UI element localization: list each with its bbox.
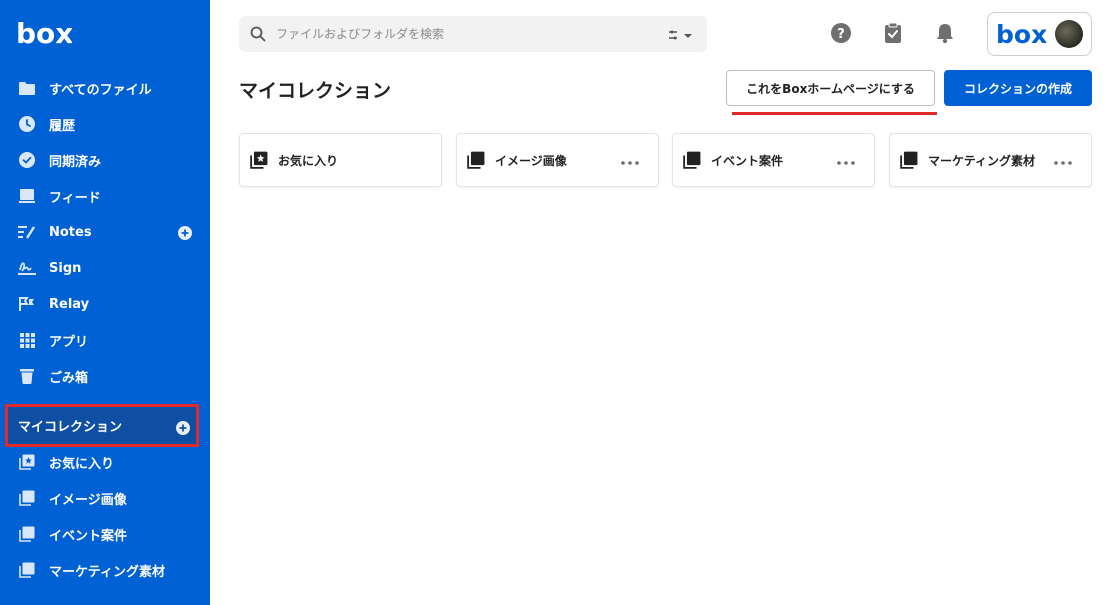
sidebar-item-label: Notes <box>49 224 92 240</box>
account-menu[interactable]: box <box>987 12 1092 56</box>
clock-icon <box>18 115 36 133</box>
sidebar-item-label: マーケティング素材 <box>49 564 165 580</box>
sidebar-item-label: フィード <box>49 190 101 206</box>
sidebar-item-feed[interactable]: フィード <box>0 178 210 214</box>
highlight-underline <box>732 112 937 115</box>
sidebar-item-label: お気に入り <box>49 456 115 472</box>
notes-icon <box>18 223 36 241</box>
apps-grid-icon <box>18 331 36 349</box>
collection-icon <box>18 525 36 543</box>
sidebar-item-notes[interactable]: Notes <box>0 214 210 250</box>
tasks-clipboard-icon[interactable] <box>882 22 904 44</box>
collection-icon <box>683 151 701 169</box>
card-label: イメージ画像 <box>495 153 567 168</box>
collection-icon <box>467 151 485 169</box>
more-options-icon[interactable] <box>836 154 856 166</box>
sidebar-item-sign[interactable]: Sign <box>0 250 210 286</box>
sidebar-item-label: Sign <box>49 260 82 276</box>
folder-icon <box>18 79 36 97</box>
feed-icon <box>18 187 36 205</box>
sign-icon <box>18 259 36 277</box>
search-bar <box>239 16 707 52</box>
sidebar-item-label: すべてのファイル <box>49 82 152 98</box>
collection-icon <box>18 489 36 507</box>
sidebar-item-history[interactable]: 履歴 <box>0 106 210 142</box>
sidebar-item-label: ごみ箱 <box>49 370 89 386</box>
box-account-logo: box <box>996 21 1047 47</box>
search-icon <box>250 26 266 42</box>
avatar <box>1055 20 1083 48</box>
trash-icon <box>18 367 36 385</box>
set-home-page-button[interactable]: これをBoxホームページにする <box>726 70 935 106</box>
search-filter-icon[interactable] <box>667 27 695 41</box>
collection-icon <box>900 151 918 169</box>
collection-card-events[interactable]: イベント案件 <box>672 133 875 187</box>
add-note-icon[interactable] <box>178 225 192 240</box>
svg-text:box: box <box>996 21 1047 47</box>
card-label: イベント案件 <box>711 153 784 168</box>
sidebar-section-my-collections[interactable]: マイコレクション <box>5 404 199 447</box>
collections-nav: お気に入り イメージ画像 イベント案件 マーケティング素材 <box>0 444 210 588</box>
sidebar-nav: すべてのファイル 履歴 同期済み フィード Notes Sign Relay ア… <box>0 70 210 394</box>
sidebar-item-label: 履歴 <box>49 118 76 134</box>
check-circle-icon <box>18 151 36 169</box>
card-label: お気に入り <box>278 153 339 168</box>
collection-icon <box>18 561 36 579</box>
sidebar-item-all-files[interactable]: すべてのファイル <box>0 70 210 106</box>
sidebar-collection-images[interactable]: イメージ画像 <box>0 480 210 516</box>
search-input[interactable] <box>276 27 636 41</box>
favorites-icon <box>250 151 268 169</box>
create-collection-button[interactable]: コレクションの作成 <box>944 70 1092 106</box>
sidebar-item-relay[interactable]: Relay <box>0 286 210 322</box>
sidebar-item-label: アプリ <box>49 334 89 350</box>
page-title: マイコレクション <box>239 80 392 102</box>
sidebar-item-trash[interactable]: ごみ箱 <box>0 358 210 394</box>
sidebar-item-label: イベント案件 <box>49 528 128 544</box>
bell-icon[interactable] <box>934 22 956 44</box>
more-options-icon[interactable] <box>620 154 640 166</box>
sidebar-item-apps[interactable]: アプリ <box>0 322 210 358</box>
sidebar-collection-marketing[interactable]: マーケティング素材 <box>0 552 210 588</box>
sidebar-item-synced[interactable]: 同期済み <box>0 142 210 178</box>
more-options-icon[interactable] <box>1053 154 1073 166</box>
sidebar-collection-events[interactable]: イベント案件 <box>0 516 210 552</box>
relay-icon <box>18 295 36 313</box>
help-icon[interactable]: ? <box>830 22 852 44</box>
collection-card-marketing[interactable]: マーケティング素材 <box>889 133 1092 187</box>
sidebar-item-label: Relay <box>49 296 90 312</box>
box-logo[interactable]: box <box>16 18 72 48</box>
sidebar-item-label: イメージ画像 <box>49 492 127 508</box>
favorites-icon <box>18 453 36 471</box>
sidebar-collection-favorites[interactable]: お気に入り <box>0 444 210 480</box>
section-label: マイコレクション <box>18 420 123 435</box>
collection-card-favorites[interactable]: お気に入り <box>239 133 442 187</box>
add-collection-icon[interactable] <box>176 420 190 435</box>
card-label: マーケティング素材 <box>928 153 1036 168</box>
svg-text:box: box <box>16 18 72 48</box>
sidebar-item-label: 同期済み <box>49 154 102 170</box>
collection-card-images[interactable]: イメージ画像 <box>456 133 659 187</box>
svg-text:?: ? <box>837 27 845 42</box>
sidebar: box すべてのファイル 履歴 同期済み フィード Notes Sign Rel… <box>0 0 210 605</box>
